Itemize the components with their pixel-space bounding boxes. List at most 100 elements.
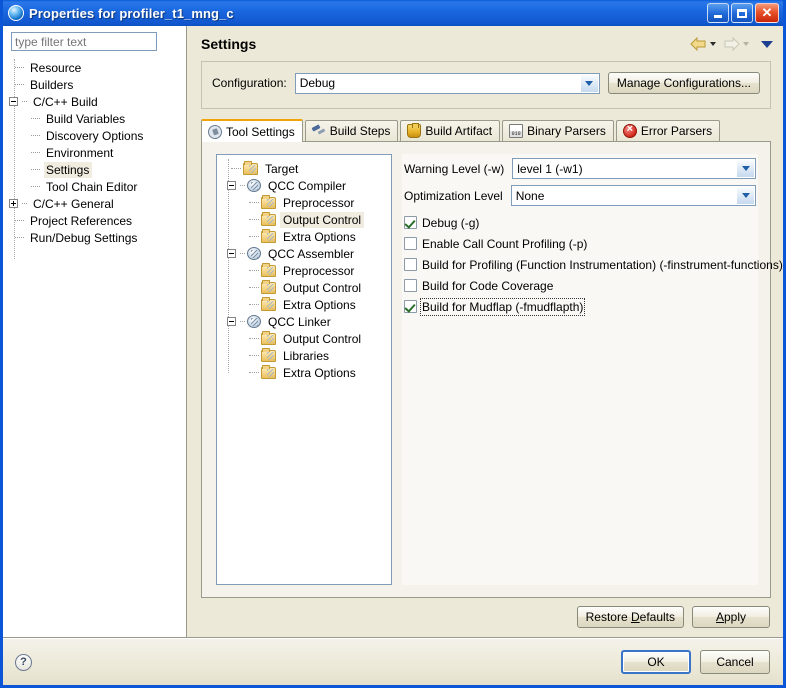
back-arrow-glyph xyxy=(690,37,707,51)
chevron-down-icon[interactable] xyxy=(581,75,598,92)
sidebar-item-project-references[interactable]: Project References xyxy=(9,212,186,229)
expand-icon[interactable] xyxy=(9,199,18,208)
tool-tree-item-compiler-extra-options[interactable]: Extra Options xyxy=(223,228,391,245)
maximize-button[interactable] xyxy=(731,3,753,23)
tool-tree-item-compiler-preprocessor[interactable]: Preprocessor xyxy=(223,194,391,211)
tool-tree: Target QCC Compiler Preprocessor xyxy=(216,154,392,585)
tool-tree-item-assembler-output-control[interactable]: Output Control xyxy=(223,279,391,296)
manage-configurations-button[interactable]: Manage Configurations... xyxy=(608,72,760,94)
sidebar-item-label: Discovery Options xyxy=(44,128,146,144)
sidebar-item-environment[interactable]: Environment xyxy=(9,144,186,161)
sidebar-item-tool-chain-editor[interactable]: Tool Chain Editor xyxy=(9,178,186,195)
close-icon: ✕ xyxy=(762,6,773,19)
tool-tree-label: Extra Options xyxy=(280,297,359,313)
tool-tree-item-linker-extra-options[interactable]: Extra Options xyxy=(223,364,391,381)
tool-tree-item-qcc-linker[interactable]: QCC Linker xyxy=(223,313,391,330)
folder-icon xyxy=(261,299,276,311)
eclipse-properties-icon xyxy=(8,5,24,21)
tool-tree-item-qcc-compiler[interactable]: QCC Compiler xyxy=(223,177,391,194)
settings-tabs: Tool Settings Build Steps Build Artifact… xyxy=(201,119,771,142)
collapse-icon[interactable] xyxy=(227,181,236,190)
tool-tree-item-linker-output-control[interactable]: Output Control xyxy=(223,330,391,347)
checkbox-input[interactable] xyxy=(404,258,417,271)
checkbox-build-for-mudflap[interactable]: Build for Mudflap (-fmudflapth) xyxy=(404,296,756,317)
checkbox-build-for-code-coverage[interactable]: Build for Code Coverage xyxy=(404,275,756,296)
tool-settings-panel: Target QCC Compiler Preprocessor xyxy=(201,142,771,598)
close-button[interactable]: ✕ xyxy=(755,3,779,23)
tool-tree-label: QCC Compiler xyxy=(265,178,349,194)
checkbox-input[interactable] xyxy=(404,279,417,292)
collapse-icon[interactable] xyxy=(227,249,236,258)
sidebar-item-run-debug-settings[interactable]: Run/Debug Settings xyxy=(9,229,186,246)
back-dropdown-icon[interactable] xyxy=(710,42,716,46)
chevron-down-icon[interactable] xyxy=(737,160,754,177)
tool-tree-item-assembler-extra-options[interactable]: Extra Options xyxy=(223,296,391,313)
sidebar-item-label: Project References xyxy=(28,213,135,229)
sidebar-item-settings[interactable]: Settings xyxy=(9,161,186,178)
sidebar-item-builders[interactable]: Builders xyxy=(9,76,186,93)
view-menu-icon[interactable] xyxy=(761,41,773,48)
folder-icon xyxy=(261,333,276,345)
checkbox-input[interactable] xyxy=(404,300,417,313)
tree-dash xyxy=(240,253,245,254)
tree-dash xyxy=(249,338,259,339)
tab-error-parsers[interactable]: Error Parsers xyxy=(616,120,720,141)
filter-input[interactable] xyxy=(11,32,157,51)
dialog-body: Resource Builders C/C++ Build Build Vari… xyxy=(3,26,783,637)
filter-container xyxy=(3,32,186,57)
tab-build-artifact[interactable]: Build Artifact xyxy=(400,120,500,141)
help-icon[interactable]: ? xyxy=(15,654,32,671)
window-title: Properties for profiler_t1_mng_c xyxy=(29,6,234,21)
minimize-icon xyxy=(714,15,722,18)
apply-button[interactable]: Apply xyxy=(692,606,770,628)
chevron-down-icon[interactable] xyxy=(737,187,754,204)
tool-tree-item-linker-libraries[interactable]: Libraries xyxy=(223,347,391,364)
tree-dash xyxy=(22,203,27,204)
folder-icon xyxy=(243,163,258,175)
page-header: Settings xyxy=(187,26,783,61)
configuration-value: Debug xyxy=(300,76,335,90)
tree-dash xyxy=(31,152,40,153)
tab-binary-parsers[interactable]: Binary Parsers xyxy=(502,120,614,141)
tree-dash xyxy=(249,270,259,271)
cancel-button[interactable]: Cancel xyxy=(700,650,770,674)
checkbox-enable-call-count-profiling[interactable]: Enable Call Count Profiling (-p) xyxy=(404,233,756,254)
restore-defaults-button[interactable]: Restore Defaults xyxy=(577,606,684,628)
tab-build-steps[interactable]: Build Steps xyxy=(305,120,399,141)
collapse-icon[interactable] xyxy=(227,317,236,326)
tool-tree-item-target[interactable]: Target xyxy=(223,160,391,177)
tool-tree-label: Extra Options xyxy=(280,229,359,245)
optimization-level-row: Optimization Level None xyxy=(404,185,756,206)
minimize-button[interactable] xyxy=(707,3,729,23)
sidebar-item-build-variables[interactable]: Build Variables xyxy=(9,110,186,127)
tree-dash xyxy=(31,135,40,136)
tab-tool-settings[interactable]: Tool Settings xyxy=(201,119,303,142)
artifact-icon xyxy=(407,124,421,138)
optimization-level-dropdown[interactable]: None xyxy=(511,185,756,206)
sidebar-item-c-cpp-general[interactable]: C/C++ General xyxy=(9,195,186,212)
tool-tree-item-compiler-output-control[interactable]: Output Control xyxy=(223,211,391,228)
tool-tree-label: QCC Linker xyxy=(265,314,334,330)
tool-tree-item-qcc-assembler[interactable]: QCC Assembler xyxy=(223,245,391,262)
checkbox-input[interactable] xyxy=(404,216,417,229)
ok-button[interactable]: OK xyxy=(621,650,691,674)
checkbox-debug[interactable]: Debug (-g) xyxy=(404,212,756,233)
configuration-dropdown[interactable]: Debug xyxy=(295,73,600,94)
back-arrow-icon[interactable] xyxy=(688,35,708,53)
footer-buttons: OK Cancel xyxy=(621,650,770,674)
sidebar-item-label: Builders xyxy=(28,77,76,93)
checkbox-build-for-profiling[interactable]: Build for Profiling (Function Instrument… xyxy=(404,254,756,275)
tool-options-panel: Warning Level (-w) level 1 (-w1) Optimiz… xyxy=(402,154,758,585)
tree-dash xyxy=(249,219,259,220)
settings-tree: Resource Builders C/C++ Build Build Vari… xyxy=(3,57,186,637)
checkbox-input[interactable] xyxy=(404,237,417,250)
warning-level-dropdown[interactable]: level 1 (-w1) xyxy=(512,158,756,179)
sidebar-item-label: Run/Debug Settings xyxy=(28,230,140,246)
collapse-icon[interactable] xyxy=(9,97,18,106)
sidebar-item-c-cpp-build[interactable]: C/C++ Build xyxy=(9,93,186,110)
sidebar-item-discovery-options[interactable]: Discovery Options xyxy=(9,127,186,144)
tree-dash xyxy=(15,67,24,68)
tool-tree-item-assembler-preprocessor[interactable]: Preprocessor xyxy=(223,262,391,279)
sidebar-item-resource[interactable]: Resource xyxy=(9,59,186,76)
checkbox-label: Build for Code Coverage xyxy=(422,279,553,293)
